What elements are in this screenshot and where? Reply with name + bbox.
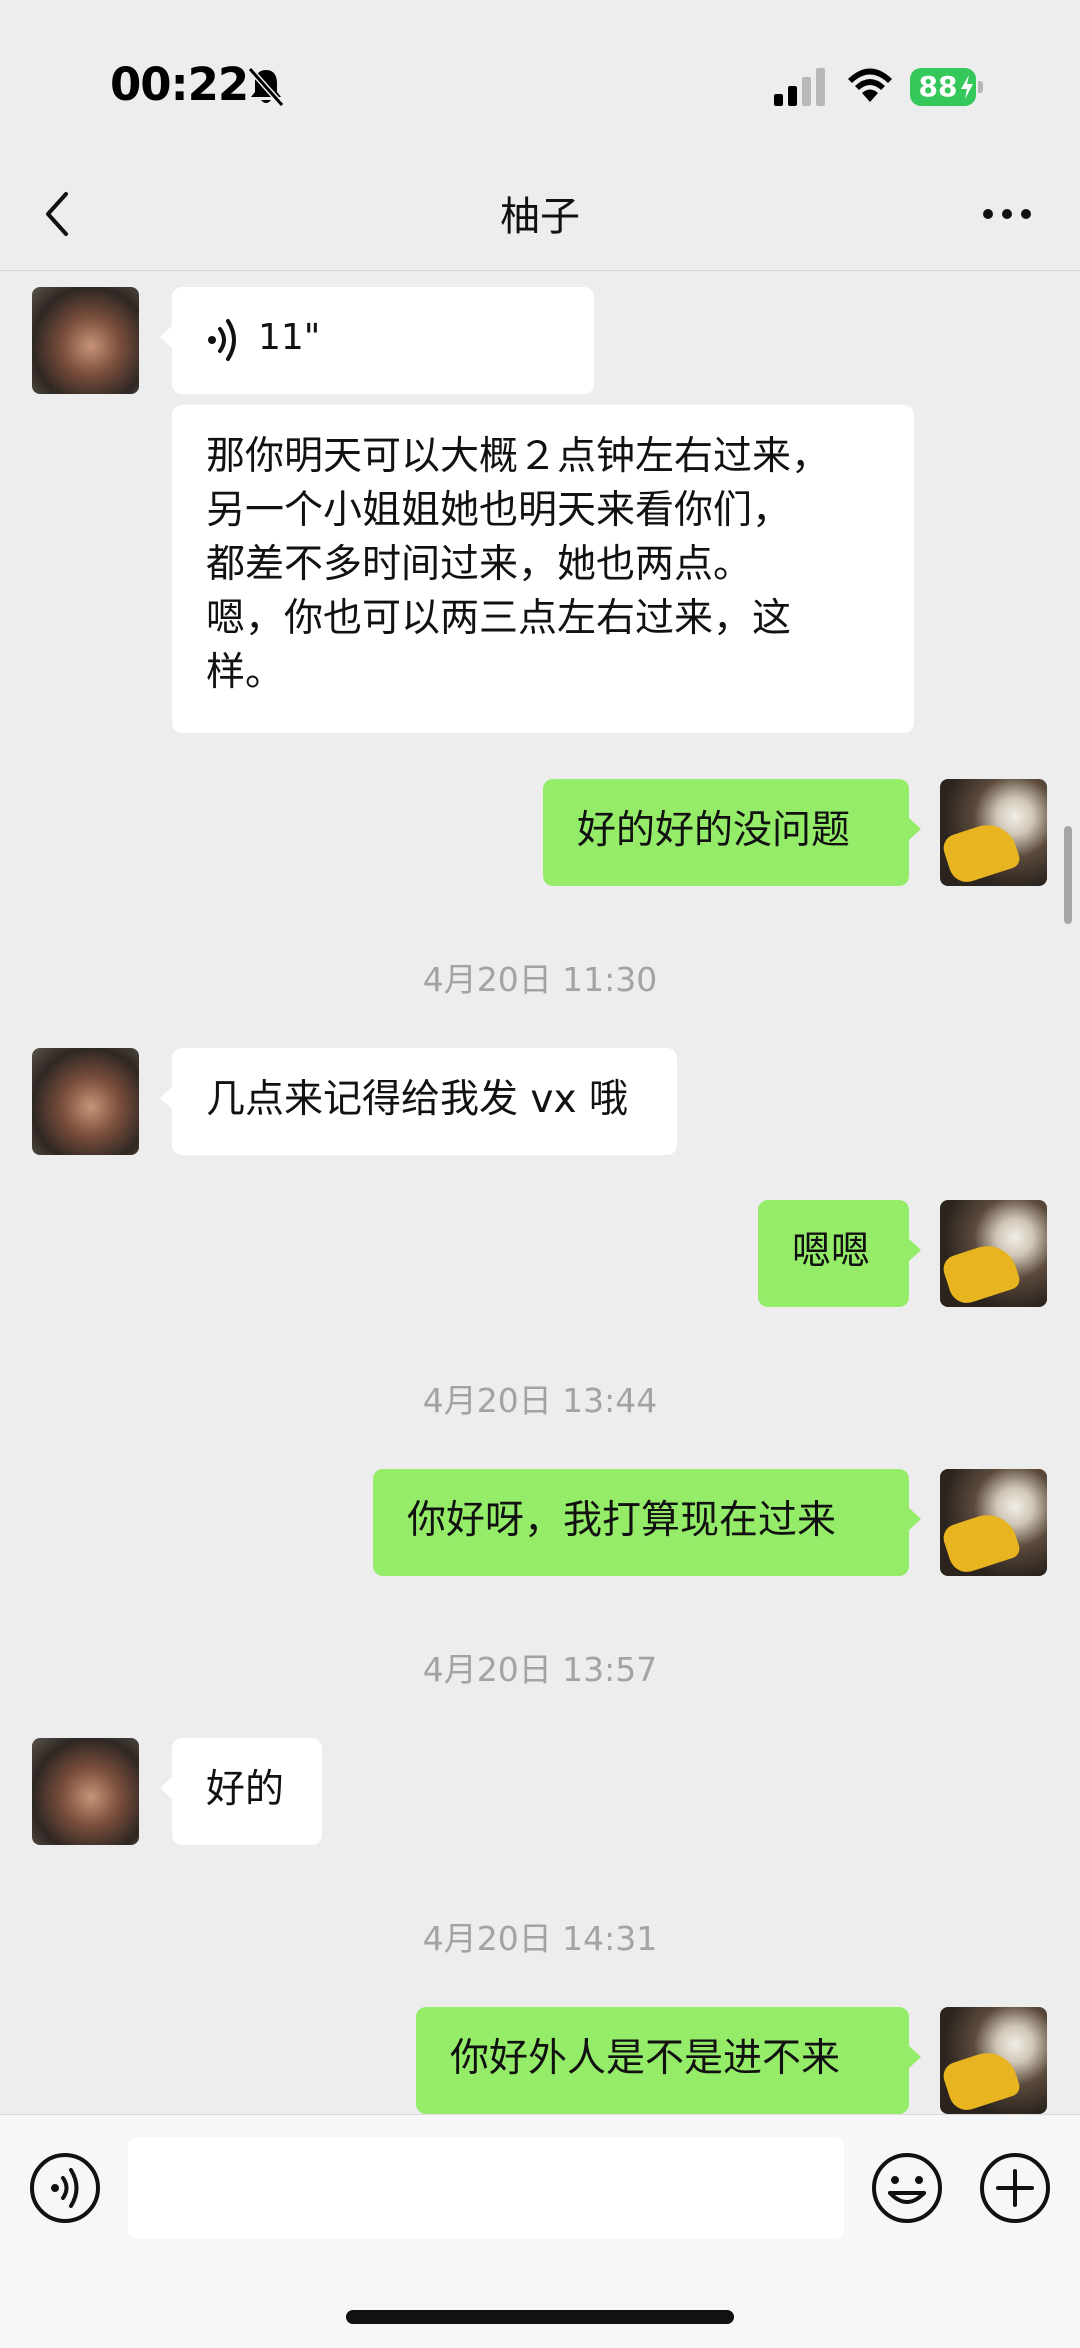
message-timestamp: 4月20日 11:30 [422,960,658,999]
my-avatar[interactable] [940,1469,1047,1576]
chat-title: 柚子 [500,194,580,240]
battery-cap [978,81,983,93]
home-indicator[interactable] [346,2310,734,2324]
chat-screen: 00:22 88 柚子 11" 那你明天可以大概２点钟左右过来， 另一个小姐姐她… [0,0,1080,2348]
bell-muted-icon [247,67,285,107]
more-options-icon[interactable] [980,204,1034,224]
message-bubble-received[interactable]: 好的 [160,1738,322,1845]
status-bar: 00:22 88 [0,0,1080,160]
message-bubble-received[interactable]: 几点来记得给我发 vx 哦 [160,1048,677,1155]
chat-header: 柚子 [0,160,1080,271]
cellular-signal-icon [774,68,825,106]
my-avatar[interactable] [940,1200,1047,1307]
wifi-icon [848,68,892,102]
battery-indicator: 88 [910,68,984,106]
message-input[interactable] [128,2137,844,2239]
contact-avatar[interactable] [32,1738,139,1845]
my-avatar[interactable] [940,779,1047,886]
contact-avatar[interactable] [32,1048,139,1155]
voice-input-icon[interactable] [28,2151,102,2225]
add-more-icon[interactable] [978,2151,1052,2225]
my-avatar[interactable] [940,2007,1047,2114]
scrollbar[interactable] [1064,826,1072,924]
voice-message-bubble[interactable]: 11" [160,287,594,394]
contact-avatar[interactable] [32,287,139,394]
message-timestamp: 4月20日 13:44 [422,1381,658,1420]
message-timestamp: 4月20日 14:31 [422,1919,658,1958]
message-timestamp: 4月20日 13:57 [422,1650,658,1689]
message-bubble-sent[interactable]: 好的好的没问题 [543,779,921,886]
message-bubble-sent[interactable]: 你好外人是不是进不来 [416,2007,921,2114]
battery-level: 88 [918,70,958,103]
message-bubble-sent[interactable]: 嗯嗯 [758,1200,921,1307]
status-time: 00:22 [110,58,249,111]
voice-waves-icon [208,319,236,361]
charging-bolt-icon [961,75,973,99]
voice-duration: 11" [258,317,321,358]
message-bubble-sent[interactable]: 你好呀，我打算现在过来 [373,1469,921,1576]
emoji-icon[interactable] [870,2151,944,2225]
message-bubble-received[interactable]: 那你明天可以大概２点钟左右过来， 另一个小姐姐她也明天来看你们， 都差不多时间过… [172,405,914,733]
